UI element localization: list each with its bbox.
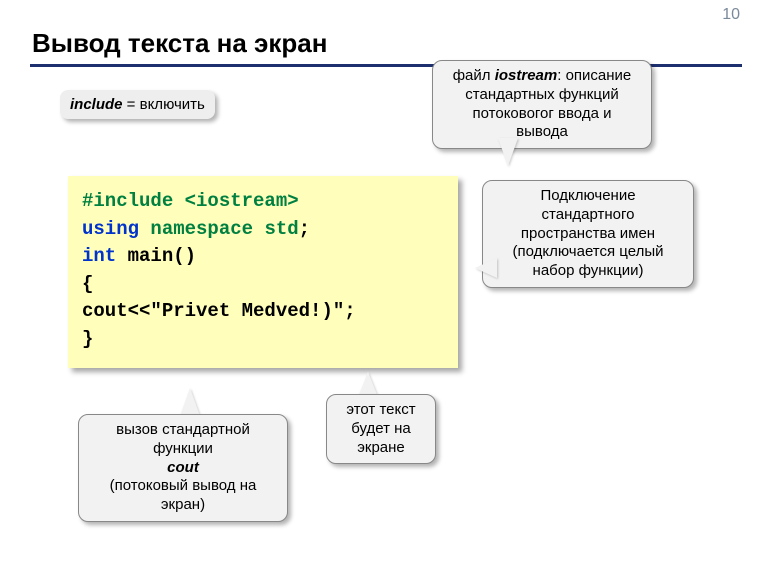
code-line-1: #include <iostream> <box>82 188 444 216</box>
code-line-6: } <box>82 326 444 354</box>
callout-namespace: Подключение стандартного пространства им… <box>482 180 694 288</box>
code-line-4: { <box>82 271 444 299</box>
slide-title: Вывод текста на экран <box>32 28 327 59</box>
callout-cout: вызов стандартной функции cout (потоковы… <box>78 414 288 522</box>
page-number: 10 <box>722 6 740 24</box>
callout-iostream: файл iostream: описание стандартных функ… <box>432 60 652 149</box>
callout-namespace-tail <box>475 258 497 278</box>
code-line-2: using namespace std; <box>82 216 444 244</box>
code-line-3: int main() <box>82 243 444 271</box>
callout-include-def: include = включить <box>60 90 215 119</box>
callout-text-desc: этот текст будет на экране <box>326 394 436 464</box>
callout-cout-tail <box>180 388 200 416</box>
code-line-5: cout<<"Privet Medved!)"; <box>82 298 444 326</box>
callout-iostream-tail <box>498 138 518 166</box>
code-block: #include <iostream> using namespace std;… <box>68 176 458 368</box>
